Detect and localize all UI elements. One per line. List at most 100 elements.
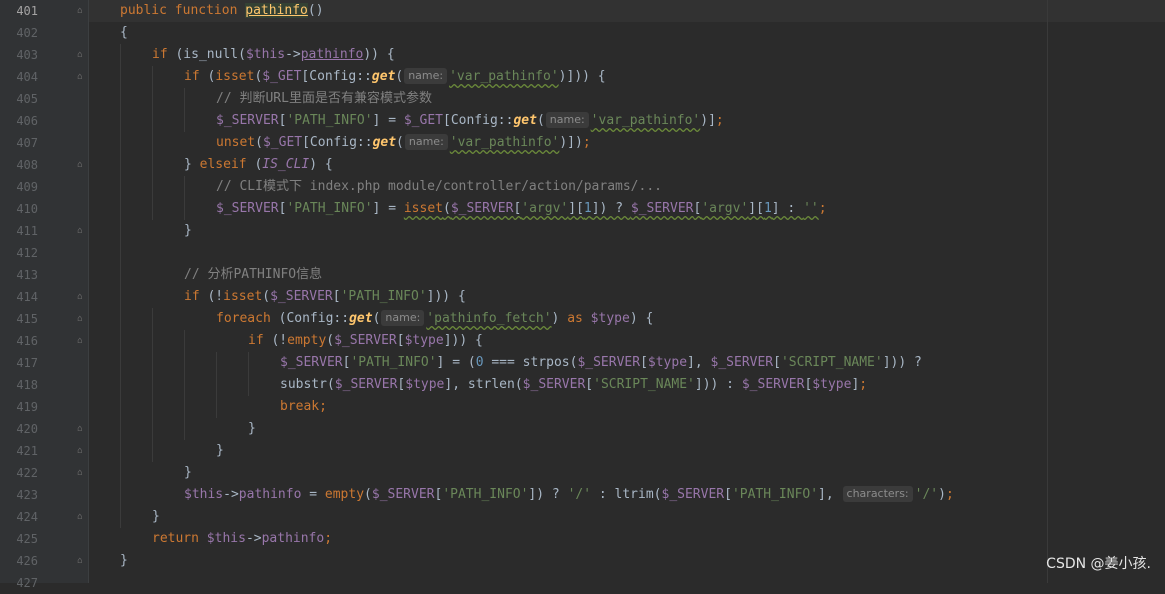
- line-number: 421: [16, 444, 38, 458]
- code-text: [: [724, 487, 732, 502]
- code-line[interactable]: } elseif (IS_CLI) {: [89, 154, 1165, 176]
- code-line[interactable]: if (is_null($this->pathinfo)) {: [89, 44, 1165, 66]
- brace: }: [184, 465, 192, 480]
- code-line[interactable]: }: [89, 418, 1165, 440]
- string: 'PATH_INFO': [350, 355, 437, 370]
- code-line[interactable]: $_SERVER['PATH_INFO'] = (0 === strpos($_…: [89, 352, 1165, 374]
- comment: // CLI模式下 index.php module/controller/ac…: [216, 179, 662, 194]
- variable: $this: [184, 487, 224, 502]
- parameter-hint: name:: [404, 68, 448, 84]
- code-text: (!: [263, 333, 288, 348]
- code-text: ] =: [372, 113, 404, 128]
- code-line[interactable]: }: [89, 506, 1165, 528]
- variable: $_SERVER: [522, 377, 586, 392]
- variable: $_GET: [262, 69, 302, 84]
- code-line[interactable]: unset($_GET[Config::get(name:'var_pathin…: [89, 132, 1165, 154]
- code-text: substr(: [280, 377, 335, 392]
- code-line[interactable]: // 分析PATHINFO信息: [89, 264, 1165, 286]
- fold-marker-icon[interactable]: ⌂: [75, 446, 85, 456]
- static-method: get: [513, 113, 537, 128]
- code-line[interactable]: // 判断URL里面是否有兼容模式参数: [89, 88, 1165, 110]
- string: 'var_pathinfo': [590, 113, 701, 128]
- code-line[interactable]: $_SERVER['PATH_INFO'] = isset($_SERVER['…: [89, 198, 1165, 220]
- code-editor[interactable]: public function pathinfo() { if (is_null…: [89, 0, 1165, 583]
- line-number: 424: [16, 510, 38, 524]
- fold-marker-icon[interactable]: ⌂: [75, 314, 85, 324]
- code-text: (Config::: [270, 311, 350, 326]
- code-text: ): [938, 487, 946, 502]
- code-text: ]) ?: [528, 487, 568, 502]
- fold-marker-icon[interactable]: ⌂: [75, 556, 85, 566]
- line-number: 406: [16, 114, 38, 128]
- code-text: ])) {: [443, 333, 483, 348]
- fold-marker-icon[interactable]: ⌂: [75, 424, 85, 434]
- code-line[interactable]: return $this->pathinfo;: [89, 528, 1165, 550]
- parameter-hint: name:: [404, 134, 448, 150]
- line-number: 418: [16, 378, 38, 392]
- string: 'var_pathinfo': [449, 135, 560, 150]
- code-text: :: [591, 487, 615, 502]
- line-number: 420: [16, 422, 38, 436]
- string: 'PATH_INFO': [340, 289, 427, 304]
- code-line[interactable]: }: [89, 550, 1165, 572]
- parameter-hint: name:: [381, 310, 425, 326]
- line-number: 404: [16, 70, 38, 84]
- comment: // 分析PATHINFO信息: [184, 267, 323, 282]
- line-number-gutter[interactable]: 401 402 403 404 405 406 407 408 409 410 …: [0, 0, 89, 590]
- fold-marker-icon[interactable]: ⌂: [75, 6, 85, 16]
- variable: $_SERVER: [334, 377, 398, 392]
- brace: }: [248, 421, 256, 436]
- variable: $type: [405, 377, 445, 392]
- keyword: public: [120, 3, 167, 18]
- fold-marker-icon[interactable]: ⌂: [75, 160, 85, 170]
- fold-marker-icon[interactable]: ⌂: [75, 50, 85, 60]
- line-number: 409: [16, 180, 38, 194]
- line-number: 413: [16, 268, 38, 282]
- code-text: ], strlen(: [444, 377, 523, 392]
- string: 'argv': [701, 201, 749, 216]
- static-method: get: [371, 69, 396, 84]
- code-line[interactable]: public function pathinfo(): [89, 0, 1165, 22]
- line-number: 411: [16, 224, 38, 238]
- code-line[interactable]: }: [89, 220, 1165, 242]
- code-text: (: [199, 69, 216, 84]
- string: '': [803, 201, 819, 216]
- fold-marker-icon[interactable]: ⌂: [75, 512, 85, 522]
- fold-marker-icon[interactable]: ⌂: [75, 292, 85, 302]
- code-text: (: [246, 157, 263, 172]
- code-line[interactable]: substr($_SERVER[$type], strlen($_SERVER[…: [89, 374, 1165, 396]
- code-line[interactable]: {: [89, 22, 1165, 44]
- code-line[interactable]: }: [89, 462, 1165, 484]
- fold-marker-icon[interactable]: ⌂: [75, 336, 85, 346]
- code-line[interactable]: if (isset($_GET[Config::get(name:'var_pa…: [89, 66, 1165, 88]
- line-number: 423: [16, 488, 38, 502]
- variable: $type: [404, 333, 444, 348]
- keyword: isset: [223, 289, 263, 304]
- operator: ->: [245, 531, 262, 546]
- fold-marker-icon[interactable]: ⌂: [75, 226, 85, 236]
- keyword: as: [567, 311, 583, 326]
- code-line[interactable]: }: [89, 440, 1165, 462]
- code-text: (: [255, 135, 263, 150]
- code-line[interactable]: break;: [89, 396, 1165, 418]
- variable: $this: [245, 47, 286, 62]
- variable: $type: [590, 311, 630, 326]
- code-text: ][: [568, 201, 584, 216]
- code-text: )]): [559, 135, 583, 150]
- line-number: 427: [16, 576, 38, 590]
- code-line[interactable]: $this->pathinfo = empty($_SERVER['PATH_I…: [89, 484, 1165, 506]
- code-line[interactable]: if (!isset($_SERVER['PATH_INFO'])) {: [89, 286, 1165, 308]
- code-line[interactable]: if (!empty($_SERVER[$type])) {: [89, 330, 1165, 352]
- function-name: pathinfo: [245, 3, 308, 18]
- fold-marker-icon[interactable]: ⌂: [75, 72, 85, 82]
- code-line[interactable]: foreach (Config::get(name:'pathinfo_fetc…: [89, 308, 1165, 330]
- code-line[interactable]: // CLI模式下 index.php module/controller/ac…: [89, 176, 1165, 198]
- fold-marker-icon[interactable]: ⌂: [75, 468, 85, 478]
- code-text: [Config::: [443, 113, 514, 128]
- code-line[interactable]: $_SERVER['PATH_INFO'] = $_GET[Config::ge…: [89, 110, 1165, 132]
- keyword: isset: [215, 69, 255, 84]
- line-number: 414: [16, 290, 38, 304]
- keyword: if: [152, 47, 168, 62]
